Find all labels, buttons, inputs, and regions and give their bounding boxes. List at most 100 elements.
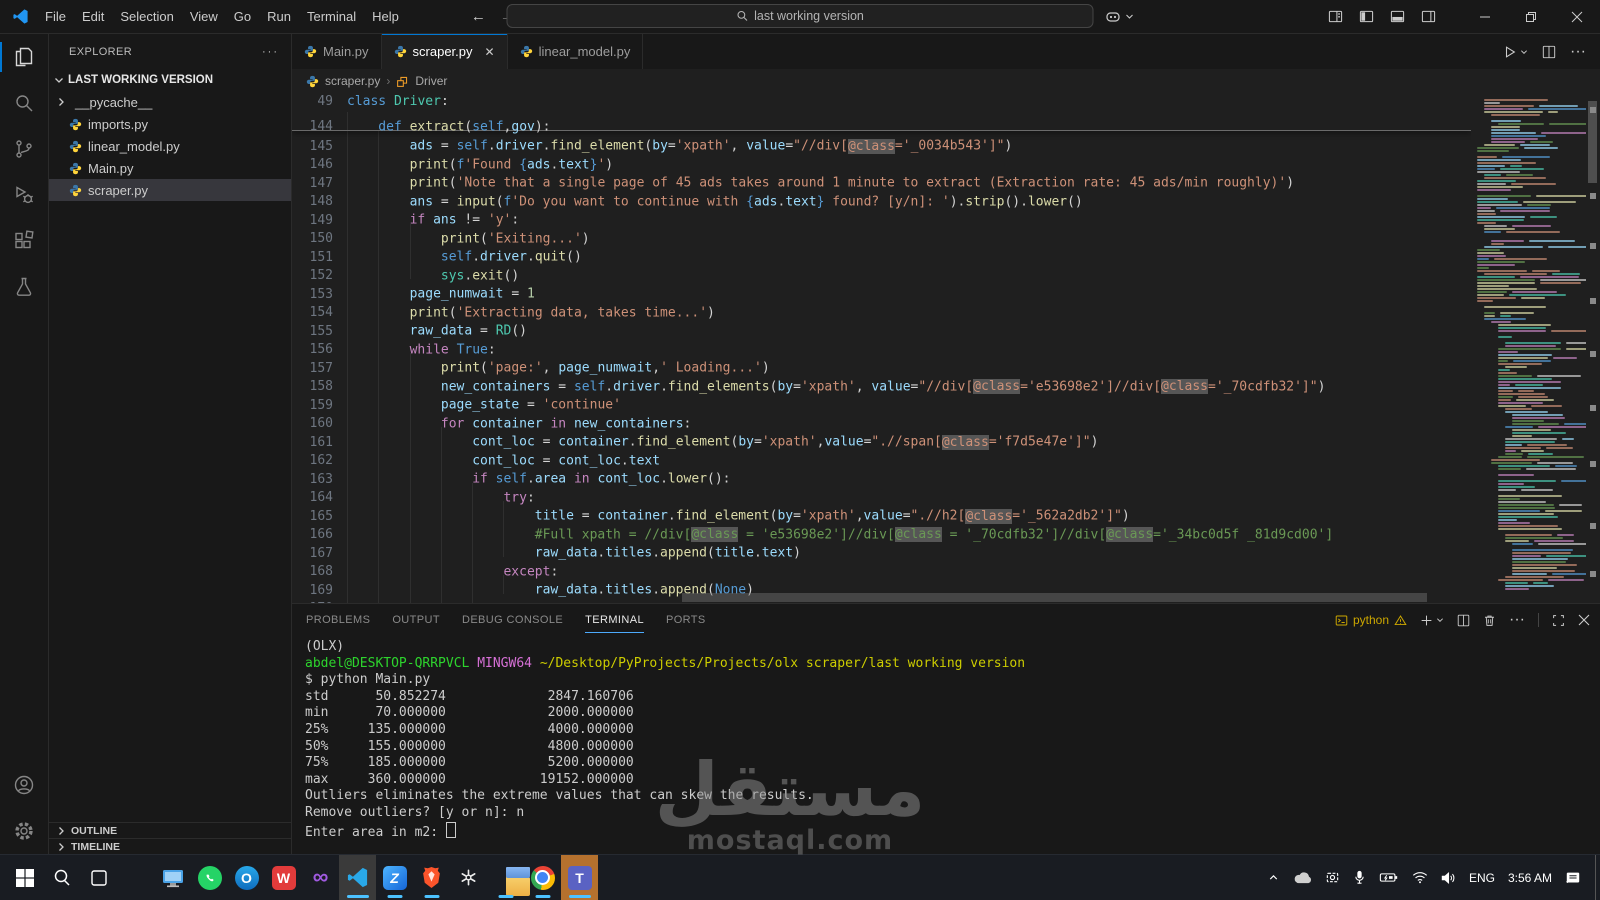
screen-cast-icon[interactable] <box>1325 870 1340 885</box>
code-line[interactable]: 49 class Driver: <box>292 93 1471 112</box>
code-line[interactable]: 152 sys.exit() <box>292 261 1471 283</box>
menu-selection[interactable]: Selection <box>112 6 181 27</box>
copilot-button[interactable] <box>1105 9 1134 25</box>
activitybar-settings[interactable] <box>0 808 48 854</box>
menu-file[interactable]: File <box>37 6 74 27</box>
code-line[interactable]: 153 page_numwait = 1 <box>292 279 1471 302</box>
sidebar-item-imports-py[interactable]: imports.py <box>49 113 291 135</box>
activitybar-testing[interactable] <box>0 264 48 310</box>
code-line[interactable]: 147 print('Note that a single page of 45 … <box>292 168 1471 191</box>
taskbar-word-red[interactable]: W <box>265 855 302 900</box>
code-line[interactable]: 148 ans = input(f'Do you want to continue… <box>292 187 1471 209</box>
tab-main.py[interactable]: Main.py <box>292 34 382 69</box>
taskbar-z-app[interactable]: Z <box>376 855 413 900</box>
maximize-panel-icon[interactable] <box>1552 614 1565 627</box>
code-line[interactable]: 156 while True: <box>292 335 1471 357</box>
sidebar-item-main-py[interactable]: Main.py <box>49 157 291 179</box>
code-line[interactable]: 166 #Full xpath = //div[@class = 'e53698e… <box>292 520 1471 542</box>
activitybar-explorer[interactable] <box>0 34 48 80</box>
activitybar-search[interactable] <box>0 80 48 126</box>
tab-linear_model.py[interactable]: linear_model.py <box>507 34 644 69</box>
toggle-primary-sidebar-icon[interactable] <box>1359 9 1374 24</box>
language-indicator[interactable]: ENG <box>1469 871 1495 885</box>
taskbar-desktop[interactable] <box>154 855 191 900</box>
nav-back-icon[interactable]: ← <box>471 8 486 25</box>
minimap[interactable] <box>1471 93 1586 603</box>
scrollbar-thumb[interactable] <box>1588 101 1597 183</box>
code-line[interactable]: 155 raw_data = RD() <box>292 316 1471 339</box>
taskbar-file-explorer[interactable] <box>487 855 530 900</box>
close-tab-icon[interactable]: ✕ <box>485 45 495 59</box>
explorer-more-actions-icon[interactable]: ··· <box>262 46 279 58</box>
activitybar-accounts[interactable] <box>0 762 48 808</box>
panel-tab-problems[interactable]: PROBLEMS <box>306 608 370 632</box>
terminal-shell-chip[interactable]: python <box>1335 613 1407 627</box>
taskbar-start[interactable] <box>6 855 43 900</box>
horizontal-scrollbar[interactable] <box>682 593 1427 602</box>
restore-button[interactable] <box>1508 0 1554 33</box>
code-line[interactable]: 168 except: <box>292 557 1471 579</box>
code-line[interactable]: 165 title = container.find_element(by='xp… <box>292 501 1471 524</box>
panel-tab-ports[interactable]: PORTS <box>666 608 706 632</box>
menu-terminal[interactable]: Terminal <box>299 6 364 27</box>
toggle-panel-icon[interactable] <box>1390 9 1405 24</box>
panel-tab-output[interactable]: OUTPUT <box>392 608 440 632</box>
taskbar-chatgpt[interactable] <box>450 855 487 900</box>
customize-layout-icon[interactable] <box>1328 9 1343 24</box>
close-panel-icon[interactable] <box>1578 614 1590 626</box>
tab-scraper.py[interactable]: scraper.py ✕ <box>381 34 508 69</box>
code-line[interactable]: 161 cont_loc = container.find_element(by=… <box>292 427 1471 450</box>
close-window-button[interactable] <box>1554 0 1600 33</box>
run-python-file-button[interactable] <box>1503 45 1528 59</box>
taskbar-visual-studio[interactable]: ∞ <box>302 855 339 900</box>
terminal-output[interactable]: (OLX) abdel@DESKTOP-QRRPVCL MINGW64 ~/Des… <box>292 636 1600 840</box>
clock[interactable]: 3:56 AM <box>1508 871 1552 885</box>
code-line[interactable]: 164 try: <box>292 483 1471 505</box>
vertical-scrollbar[interactable] <box>1586 93 1600 603</box>
sidebar-item-scraper-py[interactable]: scraper.py <box>49 179 291 201</box>
split-editor-icon[interactable] <box>1542 45 1556 59</box>
activitybar-extensions[interactable] <box>0 218 48 264</box>
show-desktop-button[interactable] <box>1595 855 1600 900</box>
code-line[interactable]: 150 print('Exiting...') <box>292 224 1471 246</box>
activitybar-source-control[interactable] <box>0 126 48 172</box>
taskbar-brave[interactable] <box>413 855 450 900</box>
code-line[interactable]: 160 for container in new_containers: <box>292 409 1471 431</box>
taskbar-copilot[interactable] <box>117 855 154 900</box>
sidebar-section-outline[interactable]: OUTLINE <box>49 822 291 838</box>
command-center-search[interactable]: last working version <box>506 4 1094 28</box>
taskbar-vscode[interactable] <box>339 855 376 900</box>
taskbar-task-view[interactable] <box>80 855 117 900</box>
battery-icon[interactable] <box>1379 871 1399 884</box>
code-line[interactable]: 144 def extract(self,gov): <box>292 112 1471 134</box>
wifi-icon[interactable] <box>1412 871 1428 884</box>
menu-run[interactable]: Run <box>259 6 299 27</box>
sidebar-section-timeline[interactable]: TIMELINE <box>49 838 291 854</box>
minimize-button[interactable] <box>1462 0 1508 33</box>
tray-chevron-up-icon[interactable] <box>1267 871 1280 884</box>
sidebar-item-__pycache__[interactable]: __pycache__ <box>49 91 291 113</box>
code-line[interactable]: 151 self.driver.quit() <box>292 242 1471 265</box>
menu-go[interactable]: Go <box>226 6 259 27</box>
code-line[interactable]: 163 if self.area in cont_loc.lower(): <box>292 464 1471 487</box>
workspace-root-folder[interactable]: LAST WORKING VERSION <box>49 69 291 91</box>
breadcrumb-symbol[interactable]: Driver <box>415 74 447 88</box>
volume-icon[interactable] <box>1441 871 1456 885</box>
notification-center-icon[interactable] <box>1565 870 1581 886</box>
taskbar-chrome[interactable] <box>524 855 561 900</box>
panel-more-icon[interactable]: ··· <box>1509 611 1525 629</box>
taskbar-outlook[interactable]: O <box>228 855 265 900</box>
more-actions-icon[interactable]: ··· <box>1570 43 1586 61</box>
sidebar-item-linear_model-py[interactable]: linear_model.py <box>49 135 291 157</box>
panel-tab-terminal[interactable]: TERMINAL <box>585 608 644 633</box>
breadcrumb-file[interactable]: scraper.py <box>325 74 380 88</box>
split-terminal-icon[interactable] <box>1457 614 1470 627</box>
menu-help[interactable]: Help <box>364 6 407 27</box>
toggle-secondary-sidebar-icon[interactable] <box>1421 9 1436 24</box>
code-line[interactable]: 157 print('page:', page_numwait,' Loading… <box>292 353 1471 376</box>
code-line[interactable]: 169 raw_data.titles.append(None) <box>292 575 1471 598</box>
menu-edit[interactable]: Edit <box>74 6 112 27</box>
taskbar-teams[interactable]: T <box>561 855 598 900</box>
code-line[interactable]: 158 new_containers = self.driver.find_ele… <box>292 372 1471 394</box>
taskbar-search[interactable] <box>43 855 80 900</box>
